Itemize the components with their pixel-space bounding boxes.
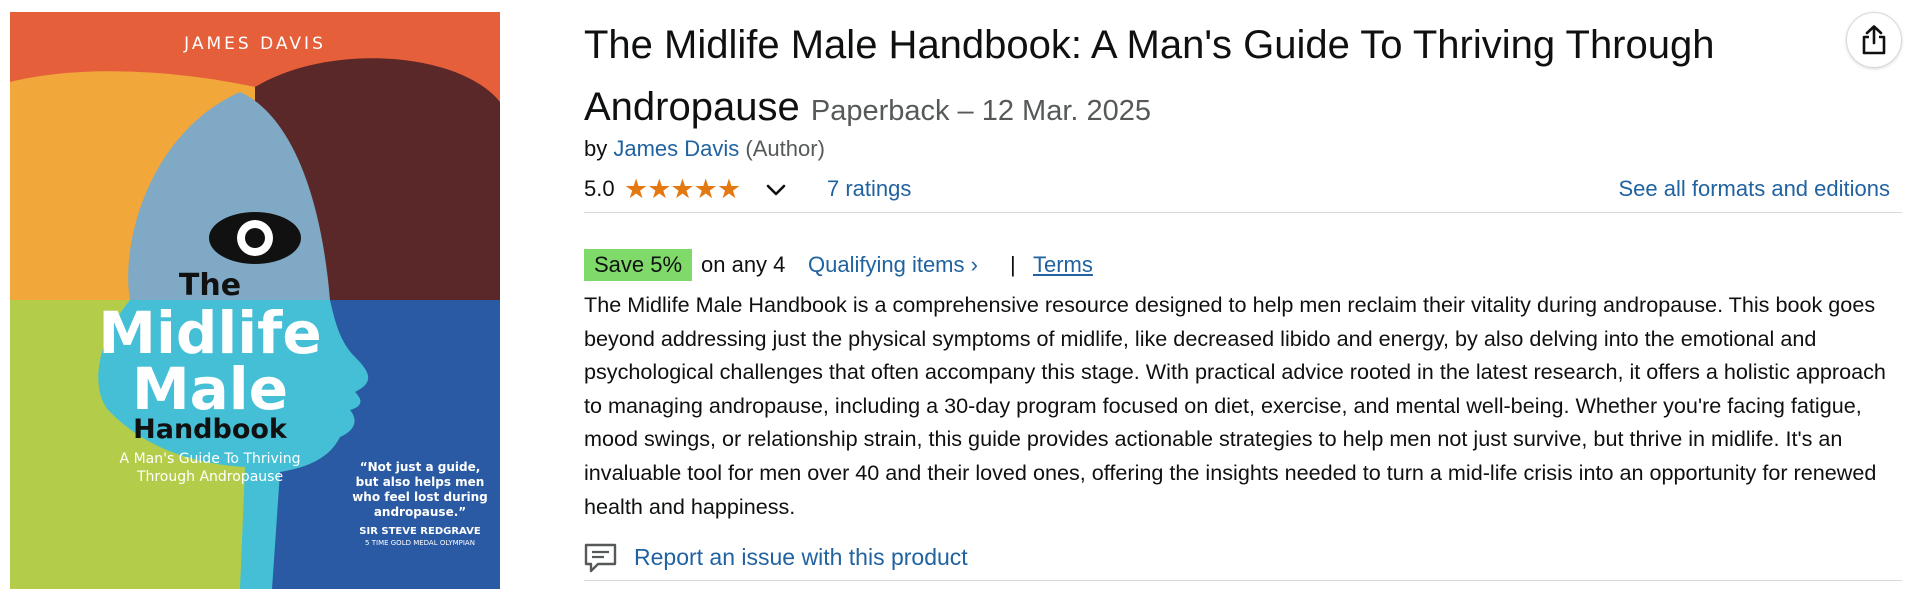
- cover-title-handbook: Handbook: [133, 414, 287, 445]
- product-title: The Midlife Male Handbook: A Man's Guide…: [584, 14, 1784, 142]
- divider: [584, 580, 1902, 581]
- book-cover-image[interactable]: JAMES DAVIS The Midlife Male Handbook A …: [10, 12, 500, 589]
- cover-author: JAMES DAVIS: [184, 34, 326, 54]
- ratings-count-link[interactable]: 7 ratings: [827, 176, 911, 202]
- all-formats-link[interactable]: See all formats and editions: [1619, 176, 1891, 202]
- terms-link[interactable]: Terms: [1033, 252, 1093, 278]
- product-format: Paperback – 12 Mar. 2025: [810, 95, 1152, 127]
- star-rating-icon[interactable]: ★★★★★: [624, 174, 741, 205]
- report-issue-link[interactable]: Report an issue with this product: [634, 544, 968, 571]
- cover-quote-author: SIR STEVE REDGRAVE: [359, 526, 481, 537]
- author-role: (Author): [745, 136, 825, 161]
- rating-row: 5.0 ★★★★★ 7 ratings See all formats and …: [584, 174, 1904, 206]
- cover-quote: “Not just a guide, but also helps men wh…: [352, 460, 488, 519]
- share-button[interactable]: [1846, 12, 1902, 68]
- comment-flag-icon[interactable]: [584, 542, 618, 574]
- rating-value: 5.0: [584, 176, 615, 201]
- cover-title-male: Male: [131, 355, 289, 423]
- qualifying-items-link[interactable]: Qualifying items ›: [808, 252, 978, 278]
- cover-subtitle: A Man's Guide To Thriving Through Androp…: [119, 451, 301, 485]
- author-link[interactable]: James Davis: [613, 136, 739, 161]
- share-icon: [1862, 25, 1886, 55]
- save-badge: Save 5%: [584, 249, 693, 281]
- cover-title-midlife: Midlife: [98, 299, 322, 367]
- product-info: The Midlife Male Handbook: A Man's Guide…: [584, 0, 1904, 596]
- divider: [584, 212, 1902, 213]
- chevron-down-icon[interactable]: [764, 176, 788, 204]
- promo-text: on any 4: [701, 252, 786, 277]
- cover-title-the: The: [178, 268, 242, 303]
- byline-prefix: by: [584, 136, 608, 161]
- product-description: The Midlife Male Handbook is a comprehen…: [584, 292, 1886, 519]
- cover-quote-author-sub: 5 TIME GOLD MEDAL OLYMPIAN: [365, 539, 475, 547]
- byline: by James Davis (Author): [584, 136, 825, 162]
- promo-separator: |: [1010, 252, 1016, 277]
